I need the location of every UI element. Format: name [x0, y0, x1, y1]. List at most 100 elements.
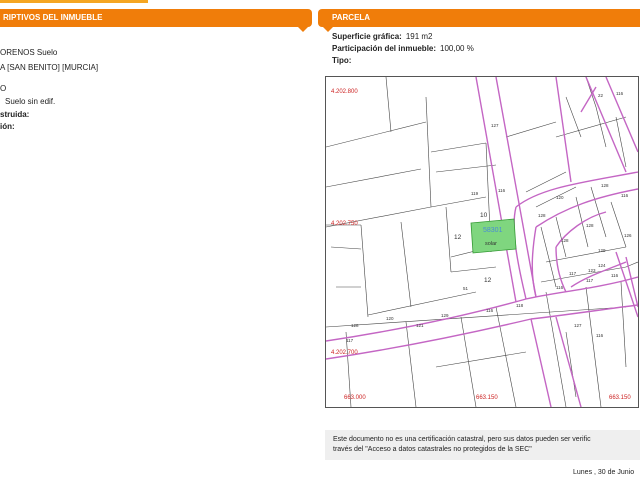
lot-boundary [620, 281, 627, 368]
block-number: 51 [463, 286, 469, 291]
block-number: 116 [498, 188, 506, 193]
lot-boundary [460, 316, 477, 407]
lot-boundary [565, 331, 577, 398]
lot-boundary [555, 116, 627, 138]
type-label: Tipo: [332, 56, 352, 65]
block-number: 128 [586, 223, 594, 228]
lot-boundary [326, 121, 427, 148]
lot-boundary [525, 171, 567, 193]
block-number: 12 [454, 234, 462, 241]
surface-label: Superficie gráfica: [332, 32, 402, 41]
type-row: Tipo: [332, 56, 355, 65]
parcel-reference-label: 58301 [483, 227, 503, 234]
print-date: Lunes , 30 de Junio [573, 469, 635, 476]
street-line [555, 77, 572, 183]
lot-boundary [330, 246, 362, 250]
lot-boundary [400, 221, 412, 308]
lot-boundary [385, 77, 392, 133]
participation-row: Participación del inmueble: 100,00 % [332, 44, 474, 53]
block-number: 117 [569, 271, 577, 276]
top-accent-line [0, 0, 148, 3]
block-number: 119 [471, 191, 479, 196]
lot-boundary [545, 291, 567, 407]
block-number: 128 [351, 323, 359, 328]
parcel-header: PARCELA [318, 9, 640, 32]
block-number: 124 [598, 263, 606, 268]
lot-boundary [430, 196, 487, 208]
block-number: 128 [538, 213, 546, 218]
construction-year-label: ión: [0, 122, 15, 131]
descriptive-data-header: RIPTIVOS DEL INMUEBLE [0, 9, 312, 32]
disclaimer-line-1: Este documento no es una certificación c… [333, 436, 591, 443]
surface-row: Superficie gráfica: 191 m2 [332, 32, 433, 41]
coordinate-label: 663.000 [344, 395, 366, 401]
block-number: 123 [588, 268, 596, 273]
parcel-type-label: solar [485, 241, 497, 247]
street-line [530, 318, 552, 407]
block-number: 121 [416, 323, 424, 328]
cadastral-map-drawing: 58301 solar 4.202.800 4.202.750 4.202.700 663… [326, 77, 638, 407]
block-number: 12 [484, 277, 492, 284]
participation-value: 100,00 % [440, 44, 474, 53]
coordinate-label: 4.202.700 [331, 350, 358, 356]
block-number: 116 [486, 308, 494, 313]
block-number: 127 [491, 123, 499, 128]
block-number: 117 [586, 278, 594, 283]
block-number: 116 [611, 273, 619, 278]
lot-boundary [430, 142, 487, 153]
block-number: 128 [561, 238, 569, 243]
disclaimer-line-2: través del "Acceso a datos catastrales n… [333, 446, 532, 453]
block-number: 117 [346, 338, 354, 343]
block-number: 129 [441, 313, 449, 318]
block-number: 128 [601, 183, 609, 188]
street-line [531, 226, 537, 298]
municipality-line: A [SAN BENITO] [MURCIA] [0, 63, 99, 72]
lot-boundary [545, 246, 627, 263]
street-line [495, 77, 537, 298]
block-number: 127 [574, 323, 582, 328]
lot-boundary [367, 291, 477, 316]
block-number: 126 [624, 233, 632, 238]
lot-boundary [565, 96, 582, 138]
cadastral-map[interactable]: 58301 solar 4.202.800 4.202.750 4.202.700 663… [325, 76, 639, 408]
parcel-title: PARCELA [332, 13, 371, 22]
locality-line: ORENOS Suelo [0, 48, 58, 57]
disclaimer-note: Este documento no es una certificación c… [325, 430, 640, 460]
coordinate-label: 4.202.800 [331, 89, 358, 95]
lot-boundary [505, 121, 557, 138]
coordinate-label: 4.202.750 [331, 221, 358, 227]
block-number: 116 [621, 193, 629, 198]
block-number: 120 [556, 195, 564, 200]
lot-boundary [360, 224, 369, 318]
class-line: O [0, 84, 7, 93]
lot-boundary [326, 168, 422, 188]
street-line [513, 206, 527, 300]
participation-label: Participación del inmueble: [332, 44, 437, 53]
block-number: 10 [480, 212, 488, 219]
street-line [555, 316, 582, 407]
lot-boundary [495, 306, 517, 407]
lot-boundary [450, 266, 497, 273]
use-value: Suelo sin edif. [5, 97, 56, 106]
lot-boundary [585, 286, 602, 407]
block-number: 116 [556, 285, 564, 290]
street-line [326, 298, 527, 342]
block-number: 22 [598, 93, 604, 98]
built-area-label: struida: [0, 110, 30, 119]
lot-boundary [405, 321, 417, 407]
lot-boundary [425, 96, 432, 208]
selected-parcel [470, 218, 517, 254]
lot-boundary [435, 351, 527, 368]
block-number: 116 [616, 91, 624, 96]
coordinate-label: 663.150 [476, 395, 498, 401]
block-number: 120 [386, 316, 394, 321]
block-number: 116 [596, 333, 604, 338]
block-number: 118 [516, 303, 524, 308]
coordinate-label: 663.150 [609, 395, 631, 401]
lot-boundary [445, 206, 452, 273]
block-number: 129 [598, 248, 606, 253]
lot-boundary [610, 201, 627, 248]
lot-boundary [540, 226, 557, 288]
descriptive-data-title: RIPTIVOS DEL INMUEBLE [3, 13, 103, 22]
surface-value: 191 m2 [405, 32, 433, 41]
